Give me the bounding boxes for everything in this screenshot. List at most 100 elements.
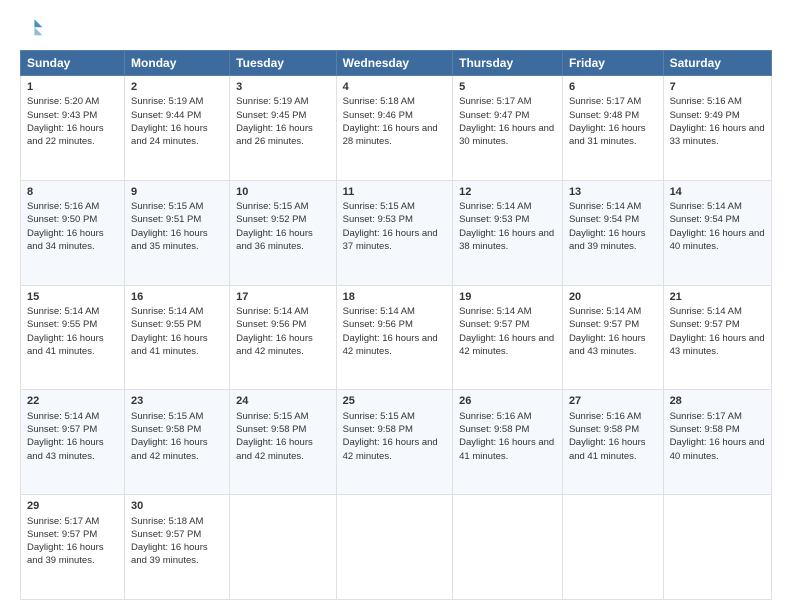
sunrise: Sunrise: 5:17 AM bbox=[27, 516, 99, 527]
sunrise: Sunrise: 5:16 AM bbox=[459, 411, 531, 422]
day-number: 6 bbox=[569, 80, 657, 95]
header-day-thursday: Thursday bbox=[453, 51, 563, 76]
sunrise: Sunrise: 5:15 AM bbox=[131, 411, 203, 422]
daylight: Daylight: 16 hours and 42 minutes. bbox=[459, 333, 554, 357]
sunset: Sunset: 9:58 PM bbox=[131, 424, 201, 435]
day-number: 3 bbox=[236, 80, 329, 95]
daylight: Daylight: 16 hours and 37 minutes. bbox=[343, 228, 438, 252]
sunrise: Sunrise: 5:14 AM bbox=[569, 306, 641, 317]
day-number: 25 bbox=[343, 394, 447, 409]
sunrise: Sunrise: 5:14 AM bbox=[343, 306, 415, 317]
sunset: Sunset: 9:48 PM bbox=[569, 110, 639, 121]
sunset: Sunset: 9:56 PM bbox=[343, 319, 413, 330]
day-number: 11 bbox=[343, 185, 447, 200]
daylight: Daylight: 16 hours and 41 minutes. bbox=[131, 333, 208, 357]
day-number: 1 bbox=[27, 80, 118, 95]
week-row-5: 29 Sunrise: 5:17 AM Sunset: 9:57 PM Dayligh… bbox=[21, 495, 772, 600]
sunset: Sunset: 9:57 PM bbox=[27, 529, 97, 540]
sunrise: Sunrise: 5:17 AM bbox=[670, 411, 742, 422]
sunrise: Sunrise: 5:18 AM bbox=[131, 516, 203, 527]
sunset: Sunset: 9:45 PM bbox=[236, 110, 306, 121]
sunset: Sunset: 9:44 PM bbox=[131, 110, 201, 121]
calendar-cell: 27Sunrise: 5:16 AMSunset: 9:58 PMDayligh… bbox=[562, 390, 663, 495]
calendar-cell: 4Sunrise: 5:18 AMSunset: 9:46 PMDaylight… bbox=[336, 76, 453, 181]
header-day-wednesday: Wednesday bbox=[336, 51, 453, 76]
daylight: Daylight: 16 hours and 33 minutes. bbox=[670, 123, 765, 147]
calendar-cell: 25Sunrise: 5:15 AMSunset: 9:58 PMDayligh… bbox=[336, 390, 453, 495]
sunrise: Sunrise: 5:17 AM bbox=[569, 96, 641, 107]
sunrise: Sunrise: 5:19 AM bbox=[131, 96, 203, 107]
calendar-cell bbox=[230, 495, 336, 600]
sunrise: Sunrise: 5:18 AM bbox=[343, 96, 415, 107]
daylight: Daylight: 16 hours and 42 minutes. bbox=[131, 437, 208, 461]
calendar-cell: 29 Sunrise: 5:17 AM Sunset: 9:57 PM Dayligh… bbox=[21, 495, 125, 600]
week-row-1: 1Sunrise: 5:20 AMSunset: 9:43 PMDaylight… bbox=[21, 76, 772, 181]
sunrise: Sunrise: 5:15 AM bbox=[343, 201, 415, 212]
day-number: 29 bbox=[27, 499, 118, 514]
calendar-cell: 8Sunrise: 5:16 AMSunset: 9:50 PMDaylight… bbox=[21, 180, 125, 285]
calendar-cell: 22Sunrise: 5:14 AMSunset: 9:57 PMDayligh… bbox=[21, 390, 125, 495]
daylight: Daylight: 16 hours and 42 minutes. bbox=[343, 333, 438, 357]
daylight: Daylight: 16 hours and 42 minutes. bbox=[343, 437, 438, 461]
daylight: Daylight: 16 hours and 36 minutes. bbox=[236, 228, 313, 252]
day-number: 15 bbox=[27, 290, 118, 305]
calendar-cell: 30Sunrise: 5:18 AMSunset: 9:57 PMDayligh… bbox=[125, 495, 230, 600]
daylight: Daylight: 16 hours and 39 minutes. bbox=[27, 542, 104, 566]
sunrise: Sunrise: 5:14 AM bbox=[236, 306, 308, 317]
logo bbox=[20, 16, 48, 40]
sunset: Sunset: 9:55 PM bbox=[131, 319, 201, 330]
day-number: 8 bbox=[27, 185, 118, 200]
day-number: 21 bbox=[670, 290, 765, 305]
daylight: Daylight: 16 hours and 34 minutes. bbox=[27, 228, 104, 252]
header-day-tuesday: Tuesday bbox=[230, 51, 336, 76]
sunset: Sunset: 9:53 PM bbox=[459, 214, 529, 225]
calendar-cell bbox=[336, 495, 453, 600]
calendar-cell: 23Sunrise: 5:15 AMSunset: 9:58 PMDayligh… bbox=[125, 390, 230, 495]
sunset: Sunset: 9:56 PM bbox=[236, 319, 306, 330]
sunset: Sunset: 9:57 PM bbox=[670, 319, 740, 330]
calendar-cell: 13Sunrise: 5:14 AMSunset: 9:54 PMDayligh… bbox=[562, 180, 663, 285]
calendar-cell: 12Sunrise: 5:14 AMSunset: 9:53 PMDayligh… bbox=[453, 180, 563, 285]
calendar-cell: 6Sunrise: 5:17 AMSunset: 9:48 PMDaylight… bbox=[562, 76, 663, 181]
calendar-cell: 10Sunrise: 5:15 AMSunset: 9:52 PMDayligh… bbox=[230, 180, 336, 285]
header bbox=[20, 16, 772, 40]
sunset: Sunset: 9:52 PM bbox=[236, 214, 306, 225]
sunrise: Sunrise: 5:19 AM bbox=[236, 96, 308, 107]
day-number: 2 bbox=[131, 80, 223, 95]
day-number: 7 bbox=[670, 80, 765, 95]
day-number: 4 bbox=[343, 80, 447, 95]
calendar-cell: 21Sunrise: 5:14 AMSunset: 9:57 PMDayligh… bbox=[663, 285, 771, 390]
sunrise: Sunrise: 5:15 AM bbox=[343, 411, 415, 422]
day-number: 26 bbox=[459, 394, 556, 409]
daylight: Daylight: 16 hours and 43 minutes. bbox=[670, 333, 765, 357]
sunrise: Sunrise: 5:16 AM bbox=[670, 96, 742, 107]
daylight: Daylight: 16 hours and 40 minutes. bbox=[670, 228, 765, 252]
sunset: Sunset: 9:54 PM bbox=[569, 214, 639, 225]
sunset: Sunset: 9:57 PM bbox=[569, 319, 639, 330]
daylight: Daylight: 16 hours and 43 minutes. bbox=[27, 437, 104, 461]
day-number: 16 bbox=[131, 290, 223, 305]
sunset: Sunset: 9:57 PM bbox=[131, 529, 201, 540]
daylight: Daylight: 16 hours and 24 minutes. bbox=[131, 123, 208, 147]
daylight: Daylight: 16 hours and 41 minutes. bbox=[569, 437, 646, 461]
calendar-cell bbox=[453, 495, 563, 600]
sunset: Sunset: 9:54 PM bbox=[670, 214, 740, 225]
sunrise: Sunrise: 5:17 AM bbox=[459, 96, 531, 107]
week-row-4: 22Sunrise: 5:14 AMSunset: 9:57 PMDayligh… bbox=[21, 390, 772, 495]
page: SundayMondayTuesdayWednesdayThursdayFrid… bbox=[0, 0, 792, 612]
sunrise: Sunrise: 5:16 AM bbox=[569, 411, 641, 422]
logo-icon bbox=[20, 16, 44, 40]
calendar-cell: 19Sunrise: 5:14 AMSunset: 9:57 PMDayligh… bbox=[453, 285, 563, 390]
sunrise: Sunrise: 5:14 AM bbox=[27, 411, 99, 422]
day-number: 19 bbox=[459, 290, 556, 305]
sunrise: Sunrise: 5:15 AM bbox=[236, 201, 308, 212]
week-row-3: 15 Sunrise: 5:14 AM Sunset: 9:55 PM Dayligh… bbox=[21, 285, 772, 390]
sunset: Sunset: 9:43 PM bbox=[27, 110, 97, 121]
header-day-sunday: Sunday bbox=[21, 51, 125, 76]
calendar-cell bbox=[663, 495, 771, 600]
calendar-cell: 15Sunrise: 5:14 AMSunset: 9:55 PMDayligh… bbox=[21, 285, 125, 390]
sunset: Sunset: 9:50 PM bbox=[27, 214, 97, 225]
calendar-cell: 18Sunrise: 5:14 AMSunset: 9:56 PMDayligh… bbox=[336, 285, 453, 390]
calendar-cell: 7Sunrise: 5:16 AMSunset: 9:49 PMDaylight… bbox=[663, 76, 771, 181]
daylight: Daylight: 16 hours and 30 minutes. bbox=[459, 123, 554, 147]
